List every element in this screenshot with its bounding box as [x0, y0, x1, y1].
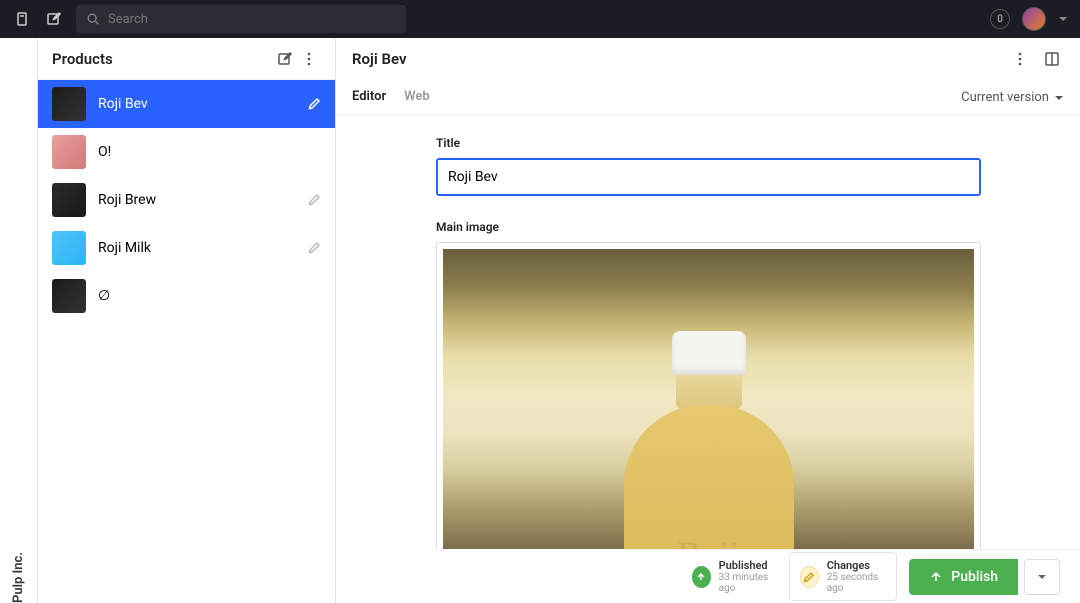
- chevron-down-icon[interactable]: [1058, 14, 1068, 24]
- product-item[interactable]: Roji Milk: [38, 224, 335, 272]
- title-field-label: Title: [436, 136, 1064, 150]
- user-avatar[interactable]: [1022, 7, 1046, 31]
- more-menu-button[interactable]: [297, 47, 321, 71]
- published-time: 33 minutes ago: [719, 572, 777, 594]
- product-name: Roji Bev: [98, 96, 295, 112]
- publish-more-button[interactable]: [1024, 559, 1060, 595]
- document-more-button[interactable]: [1008, 47, 1032, 71]
- product-thumbnail: [52, 87, 86, 121]
- edit-icon[interactable]: [307, 97, 321, 111]
- products-panel: Products Roji Bev O! Roji Brew Roji Milk ∅: [38, 38, 336, 603]
- title-input[interactable]: [436, 158, 981, 196]
- document-panel: Roji Bev Editor Web Current version Title…: [336, 38, 1080, 603]
- home-icon[interactable]: [12, 9, 32, 29]
- new-document-button[interactable]: [273, 47, 297, 71]
- search-input[interactable]: [108, 12, 396, 27]
- product-item[interactable]: O!: [38, 128, 335, 176]
- publish-button-label: Publish: [951, 569, 998, 585]
- notification-badge[interactable]: 0: [990, 9, 1010, 29]
- publish-button[interactable]: Publish: [909, 559, 1018, 595]
- topbar: 0: [0, 0, 1080, 38]
- edit-icon[interactable]: [307, 193, 321, 207]
- org-strip: Pulp Inc.: [0, 38, 38, 603]
- products-heading: Products: [52, 50, 273, 68]
- product-thumbnail: [52, 183, 86, 217]
- main-image-preview: Roji: [443, 249, 974, 549]
- org-name[interactable]: Pulp Inc.: [11, 52, 26, 603]
- published-label: Published: [719, 559, 777, 572]
- product-thumbnail: [52, 135, 86, 169]
- published-status: Published 33 minutes ago: [692, 559, 777, 594]
- split-pane-button[interactable]: [1040, 47, 1064, 71]
- product-item[interactable]: ∅: [38, 272, 335, 320]
- compose-icon[interactable]: [44, 9, 64, 29]
- tab-web[interactable]: Web: [404, 89, 430, 106]
- version-label: Current version: [961, 90, 1049, 105]
- search-box[interactable]: [76, 5, 406, 33]
- product-item[interactable]: Roji Brew: [38, 176, 335, 224]
- upload-icon: [929, 570, 943, 584]
- product-thumbnail: [52, 279, 86, 313]
- document-title: Roji Bev: [352, 50, 1008, 68]
- search-icon: [86, 12, 100, 26]
- edit-icon[interactable]: [307, 241, 321, 255]
- main-image-label: Main image: [436, 220, 1064, 234]
- product-item[interactable]: Roji Bev: [38, 80, 335, 128]
- document-footer: Published 33 minutes ago Changes 25 seco…: [672, 549, 1080, 603]
- chevron-down-icon: [1054, 93, 1064, 103]
- product-name: ∅: [98, 288, 295, 304]
- version-selector[interactable]: Current version: [961, 90, 1064, 105]
- product-name: Roji Brew: [98, 192, 295, 208]
- product-name: O!: [98, 144, 295, 160]
- changes-icon: [800, 566, 819, 588]
- changes-label: Changes: [827, 559, 887, 572]
- main-image-field[interactable]: Roji: [436, 242, 981, 549]
- product-thumbnail: [52, 231, 86, 265]
- changes-status[interactable]: Changes 25 seconds ago: [789, 552, 897, 601]
- product-name: Roji Milk: [98, 240, 295, 256]
- changes-time: 25 seconds ago: [827, 572, 887, 594]
- published-icon: [692, 566, 711, 588]
- product-list: Roji Bev O! Roji Brew Roji Milk ∅: [38, 80, 335, 603]
- tab-editor[interactable]: Editor: [352, 89, 386, 106]
